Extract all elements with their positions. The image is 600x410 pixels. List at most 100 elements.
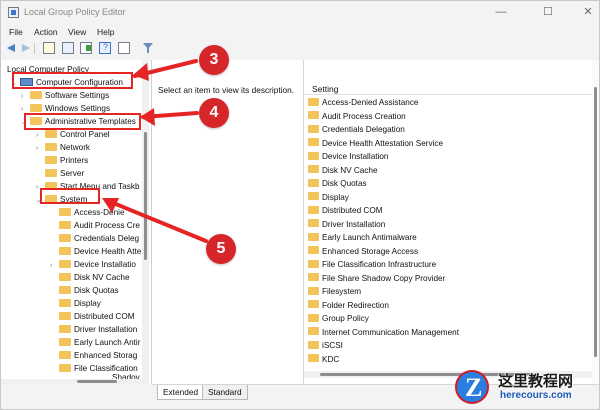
tree-item-audit-process[interactable]: Audit Process Cre <box>59 219 140 232</box>
list-item[interactable]: Folder Redirection <box>308 299 389 313</box>
list-scrollbar[interactable] <box>592 60 599 384</box>
tree-item-label: Software Settings <box>45 91 110 100</box>
properties-icon[interactable] <box>118 42 130 54</box>
folder-icon <box>59 259 71 268</box>
menu-file[interactable]: File <box>9 27 23 37</box>
tree-item-label: Driver Installation <box>74 325 138 334</box>
list-item[interactable]: Enhanced Storage Access <box>308 245 418 259</box>
app-icon <box>8 7 19 18</box>
tree-horizontal-thumb[interactable] <box>77 380 117 383</box>
tree-item-enhanced-storage[interactable]: Enhanced Storag <box>59 349 137 362</box>
setting-header-label[interactable]: Setting <box>312 84 338 94</box>
folder-icon <box>308 327 319 336</box>
up-folder-icon[interactable] <box>43 42 55 54</box>
list-item-label: Driver Installation <box>322 219 386 229</box>
watermark: Z 这里教程网 herecours.com <box>455 368 597 408</box>
list-item[interactable]: Filesystem <box>308 285 361 299</box>
folder-icon <box>308 219 319 228</box>
show-hide-tree-icon[interactable] <box>62 42 74 54</box>
folder-icon <box>308 138 319 147</box>
list-item[interactable]: Display <box>308 191 349 205</box>
list-item-label: Distributed COM <box>322 206 383 215</box>
tree-horizontal-scrollbar[interactable] <box>1 379 142 384</box>
watermark-logo-letter: Z <box>465 373 483 402</box>
tree-item-label: Distributed COM <box>74 312 135 321</box>
help-icon[interactable] <box>99 42 111 54</box>
list-scroll-thumb[interactable] <box>594 87 597 357</box>
list-item[interactable]: File Classification Infrastructure <box>308 258 436 272</box>
folder-icon <box>59 337 71 346</box>
chevron-right-icon[interactable]: › <box>50 259 58 272</box>
menu-view[interactable]: View <box>68 27 86 37</box>
list-item[interactable]: Credentials Delegation <box>308 123 405 137</box>
forward-arrow-icon[interactable] <box>19 42 31 54</box>
tree-item-distributed-com[interactable]: Distributed COM <box>59 310 135 323</box>
system-highlight <box>40 188 100 204</box>
list-item[interactable]: Group Policy <box>308 312 369 326</box>
group-policy-editor-window: Local Group Policy Editor — ☐ ✕ File Act… <box>0 0 600 410</box>
close-icon[interactable]: ✕ <box>573 3 599 21</box>
administrative-templates-highlight <box>24 113 141 130</box>
list-item[interactable]: Device Health Attestation Service <box>308 137 443 151</box>
tree-scroll-thumb[interactable] <box>144 132 147 260</box>
list-item[interactable]: KDC <box>308 353 339 367</box>
tree-item-label: Server <box>60 169 85 178</box>
tree-item-network[interactable]: › Network <box>36 141 90 154</box>
tree-item-label: Disk NV Cache <box>74 273 130 282</box>
tree-item-device-installation[interactable]: › Device Installatio <box>50 258 136 271</box>
tree-item-label: Device Health Atte <box>74 247 142 256</box>
list-item[interactable]: Audit Process Creation <box>308 110 406 124</box>
tree-item-disk-quotas[interactable]: Disk Quotas <box>59 284 119 297</box>
tree-item-access-denied[interactable]: Access-Denie <box>59 206 125 219</box>
list-item-label: File Share Shadow Copy Provider <box>322 273 446 283</box>
tree-item-label: Disk Quotas <box>74 286 119 295</box>
folder-icon <box>308 97 319 106</box>
folder-icon <box>308 354 319 363</box>
list-item[interactable]: Access-Denied Assistance <box>308 96 418 110</box>
settings-column-header[interactable]: Setting S <box>304 76 599 95</box>
tree-scrollbar[interactable] <box>142 60 149 384</box>
list-item[interactable]: Early Launch Antimalware <box>308 231 417 245</box>
tree-item-display[interactable]: Display <box>59 297 101 310</box>
tree-item-label: Audit Process Cre <box>74 221 140 230</box>
folder-icon <box>45 129 57 138</box>
minimize-icon[interactable]: — <box>486 3 516 21</box>
tree-item-device-health[interactable]: Device Health Atte <box>59 245 141 258</box>
filter-icon[interactable] <box>142 42 154 54</box>
list-item[interactable]: Device Installation <box>308 150 388 164</box>
step-marker-3: 3 <box>199 45 229 75</box>
folder-icon <box>308 111 319 120</box>
watermark-url: herecours.com <box>500 390 572 401</box>
folder-icon <box>59 350 71 359</box>
export-list-icon[interactable] <box>80 42 92 54</box>
maximize-icon[interactable]: ☐ <box>533 3 563 21</box>
list-item[interactable]: File Share Shadow Copy Provider <box>308 272 445 286</box>
folder-icon <box>30 90 42 99</box>
tree-item-disk-nv-cache[interactable]: Disk NV Cache <box>59 271 130 284</box>
list-item-label: Credentials Delegation <box>322 125 405 134</box>
list-item[interactable]: Disk Quotas <box>308 177 367 191</box>
back-arrow-icon[interactable] <box>6 42 18 54</box>
description-text: Select an item to view its description. <box>158 85 295 95</box>
tree-item-printers[interactable]: Printers <box>45 154 88 167</box>
folder-icon <box>308 232 319 241</box>
tree-item-driver-installation[interactable]: Driver Installation <box>59 323 137 336</box>
list-item[interactable]: Distributed COM <box>308 204 383 218</box>
list-item[interactable]: Disk NV Cache <box>308 164 378 178</box>
chevron-right-icon[interactable]: › <box>36 142 44 155</box>
tree-item-early-launch[interactable]: Early Launch Antir <box>59 336 140 349</box>
menu-action[interactable]: Action <box>34 27 58 37</box>
tab-extended[interactable]: Extended <box>157 385 205 400</box>
list-item[interactable]: iSCSI <box>308 339 343 353</box>
list-item[interactable]: Internet Communication Management <box>308 326 459 340</box>
watermark-title: 这里教程网 <box>498 373 574 390</box>
title-bar: Local Group Policy Editor — ☐ ✕ <box>1 1 599 25</box>
tree-item-credentials[interactable]: Credentials Deleg <box>59 232 139 245</box>
menu-help[interactable]: Help <box>97 27 114 37</box>
list-item[interactable]: Driver Installation <box>308 218 385 232</box>
tab-standard[interactable]: Standard <box>202 385 248 400</box>
tree-item-server[interactable]: Server <box>45 167 84 180</box>
tree-item-software-settings[interactable]: › Software Settings <box>21 89 109 102</box>
tree-item-label: Early Launch Antir <box>74 338 141 347</box>
window-title: Local Group Policy Editor <box>24 7 126 17</box>
